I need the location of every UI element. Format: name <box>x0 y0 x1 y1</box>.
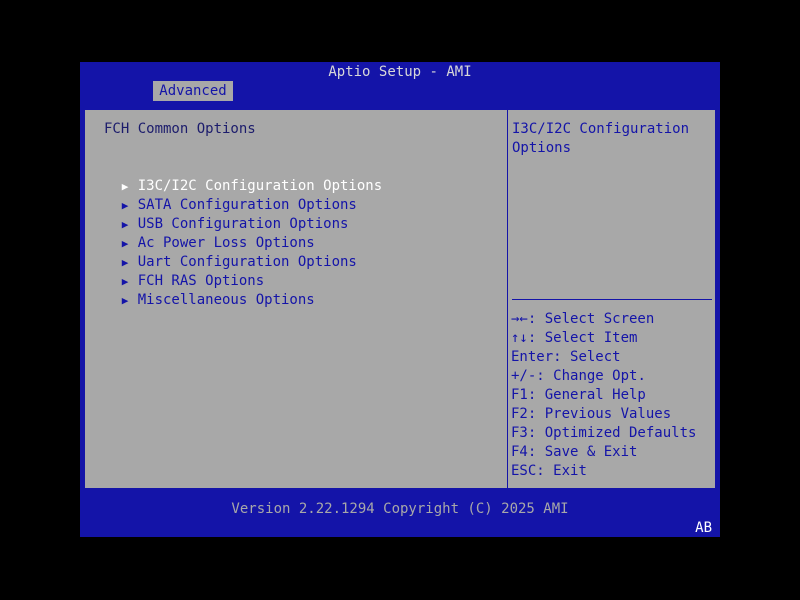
key-hint-esc: ESC: Exit <box>511 463 587 479</box>
key-hint-f3: F3: Optimized Defaults <box>511 425 697 441</box>
menu-item-i3c-i2c[interactable]: ▶ I3C/I2C Configuration Options <box>88 158 382 194</box>
bios-setup-window: Aptio Setup - AMI Advanced FCH Common Op… <box>80 62 720 537</box>
menu-item-usb[interactable]: ▶ USB Configuration Options <box>88 196 349 232</box>
help-description: I3C/I2C Configuration Options <box>512 121 690 156</box>
menu-item-uart[interactable]: ▶ Uart Configuration Options <box>88 234 357 270</box>
section-title: FCH Common Options <box>104 121 256 137</box>
help-divider-horizontal <box>512 299 712 300</box>
window-title: Aptio Setup - AMI <box>328 64 472 80</box>
key-hint-select-screen: →←: Select Screen <box>511 311 655 327</box>
key-hint-enter: Enter: Select <box>511 349 621 365</box>
key-hint-select-item: ↑↓: Select Item <box>511 330 638 346</box>
menu-item-fch-ras[interactable]: ▶ FCH RAS Options <box>88 253 264 289</box>
key-hint-f1: F1: General Help <box>511 387 646 403</box>
post-code: AB <box>695 520 712 536</box>
panel-divider-vertical <box>507 110 508 488</box>
key-legend: →←: Select Screen ↑↓: Select Item Enter:… <box>511 310 711 481</box>
menu-item-sata[interactable]: ▶ SATA Configuration Options <box>88 177 357 213</box>
menu-item-label: Miscellaneous Options <box>137 292 315 308</box>
submenu-arrow-icon: ▶ <box>121 294 129 307</box>
menu-item-ac-power-loss[interactable]: ▶ Ac Power Loss Options <box>88 215 315 251</box>
footer-version: Version 2.22.1294 Copyright (C) 2025 AMI <box>231 501 569 517</box>
tab-advanced[interactable]: Advanced <box>153 81 233 101</box>
menu-item-miscellaneous[interactable]: ▶ Miscellaneous Options <box>88 272 315 308</box>
key-hint-f4: F4: Save & Exit <box>511 444 638 460</box>
key-hint-f2: F2: Previous Values <box>511 406 672 422</box>
key-hint-change-opt: +/-: Change Opt. <box>511 368 646 384</box>
